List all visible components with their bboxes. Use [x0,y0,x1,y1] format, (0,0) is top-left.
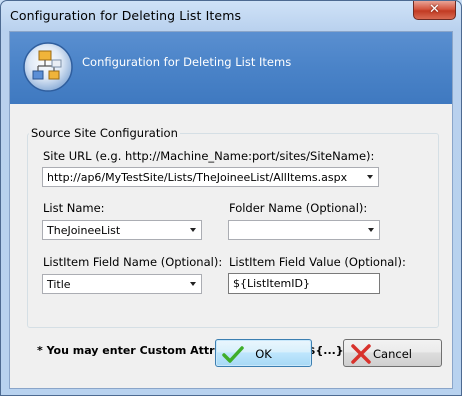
chevron-down-icon[interactable] [190,282,196,286]
field-value-input[interactable]: ${ListItemID} [228,273,380,294]
chevron-down-icon[interactable] [367,175,373,179]
banner-title: Configuration for Deleting List Items [82,55,292,69]
cancel-label: Cancel [373,347,412,361]
ok-label: OK [255,347,272,361]
chevron-down-icon[interactable] [368,228,374,232]
dialog-body: Configuration for Deleting List Items So… [9,31,453,389]
site-url-value: http://ap6/MyTestSite/Lists/TheJoineeLis… [47,171,348,184]
field-value-text: ${ListItemID} [233,277,310,290]
folder-name-label: Folder Name (Optional): [229,201,368,215]
list-name-label: List Name: [43,201,105,215]
dialog-window: Configuration for Deleting List Items ✕ [0,0,462,396]
close-button[interactable]: ✕ [413,1,456,20]
site-url-label: Site URL (e.g. http://Machine_Name:port/… [43,149,375,163]
field-name-value: Title [47,278,71,291]
field-value-label: ListItem Field Value (Optional): [229,255,406,269]
title-bar[interactable]: Configuration for Deleting List Items ✕ [1,1,461,31]
site-url-combo[interactable]: http://ap6/MyTestSite/Lists/TheJoineeLis… [42,167,379,187]
list-name-value: TheJoineeList [47,224,121,237]
ok-button[interactable]: OK [215,339,312,367]
header-banner: Configuration for Deleting List Items [10,32,452,104]
field-name-combo[interactable]: Title [42,274,202,294]
close-icon: ✕ [429,2,440,17]
cancel-button[interactable]: Cancel [343,339,442,367]
group-label: Source Site Configuration [29,126,180,140]
field-name-label: ListItem Field Name (Optional): [43,255,223,269]
list-name-combo[interactable]: TheJoineeList [42,220,202,240]
window-title: Configuration for Deleting List Items [10,8,242,23]
org-chart-icon [23,42,73,92]
chevron-down-icon[interactable] [190,228,196,232]
folder-name-combo[interactable] [228,220,380,240]
